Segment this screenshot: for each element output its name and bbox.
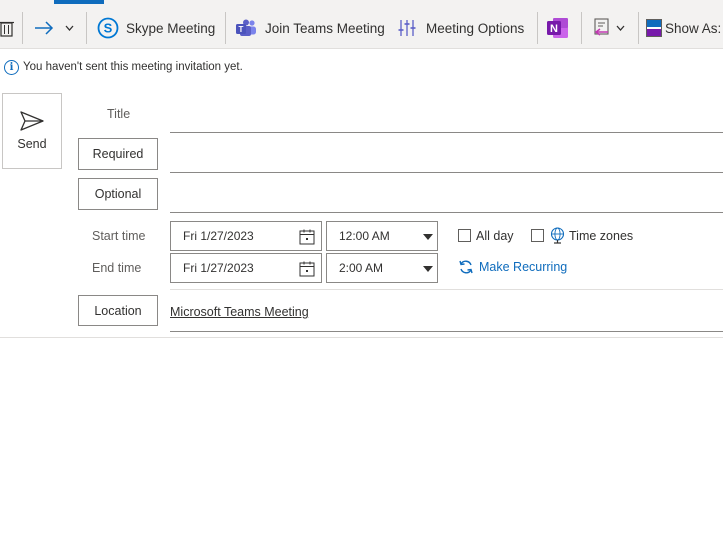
required-label: Required	[92, 147, 144, 161]
delete-button[interactable]	[0, 13, 14, 43]
chevron-down-icon	[616, 25, 625, 31]
calendar-icon[interactable]	[299, 229, 315, 245]
location-button[interactable]: Location	[78, 295, 158, 326]
response-options-icon	[594, 18, 609, 36]
join-teams-meeting-label: Join Teams Meeting	[265, 20, 385, 36]
meeting-options-button[interactable]: Meeting Options	[398, 13, 524, 43]
sliders-icon	[398, 20, 416, 36]
skype-meeting-button[interactable]: S Skype Meeting	[97, 13, 215, 43]
time-zones-checkbox[interactable]	[531, 229, 544, 242]
show-as-color-icon	[646, 19, 662, 37]
time-zones-label: Time zones	[569, 229, 634, 243]
optional-input[interactable]	[170, 212, 723, 213]
required-input[interactable]	[170, 172, 723, 173]
globe-icon	[550, 227, 565, 244]
chevron-down-icon	[65, 25, 74, 31]
end-date-value: Fri 1/27/2023	[183, 261, 254, 275]
join-teams-meeting-button[interactable]: T Join Teams Meeting	[236, 13, 385, 43]
forward-dropdown[interactable]	[65, 13, 74, 43]
end-time-label: End time	[92, 261, 142, 275]
caret-down-icon	[423, 234, 433, 240]
meeting-options-label: Meeting Options	[426, 20, 525, 36]
all-day-label: All day	[476, 229, 514, 243]
title-input[interactable]	[170, 132, 723, 133]
required-button[interactable]: Required	[78, 138, 158, 170]
forward-button[interactable]	[33, 13, 55, 43]
recurring-icon	[459, 260, 473, 274]
location-label: Location	[94, 303, 142, 318]
location-input[interactable]	[170, 331, 723, 332]
message-body[interactable]	[0, 338, 723, 553]
teams-icon: T	[236, 19, 256, 36]
skype-icon: S	[97, 17, 119, 39]
optional-button[interactable]: Optional	[78, 178, 158, 210]
info-message: You haven't sent this meeting invitation…	[23, 61, 243, 73]
calendar-icon[interactable]	[299, 261, 315, 277]
onenote-button[interactable]: N	[547, 13, 569, 43]
send-label: Send	[17, 137, 47, 151]
onenote-icon: N	[547, 18, 568, 38]
svg-text:S: S	[104, 21, 113, 36]
trash-icon	[0, 21, 14, 37]
end-date-picker[interactable]: Fri 1/27/2023	[170, 253, 322, 283]
tracking-button[interactable]	[592, 13, 625, 43]
active-tab-indicator	[54, 0, 104, 4]
toolbar-separator	[581, 12, 582, 44]
start-date-value: Fri 1/27/2023	[183, 229, 254, 243]
toolbar-separator	[225, 12, 226, 44]
ribbon-toolbar: S Skype Meeting T Join Teams Meeting Mee…	[0, 0, 723, 49]
svg-text:T: T	[239, 25, 244, 34]
toolbar-separator	[537, 12, 538, 44]
start-time-label: Start time	[92, 229, 146, 243]
start-time-dropdown[interactable]: 12:00 AM	[326, 221, 438, 251]
svg-text:N: N	[550, 23, 558, 35]
section-divider	[170, 289, 723, 290]
optional-label: Optional	[94, 187, 142, 201]
caret-down-icon	[423, 266, 433, 272]
forward-arrow-icon	[35, 21, 54, 35]
info-icon: i	[4, 59, 19, 75]
send-icon	[20, 111, 44, 131]
title-label: Title	[107, 107, 131, 121]
show-as-dropdown[interactable]: Show As:	[646, 13, 721, 43]
skype-meeting-label: Skype Meeting	[126, 20, 216, 36]
toolbar-separator	[22, 12, 23, 44]
end-time-dropdown[interactable]: 2:00 AM	[326, 253, 438, 283]
start-date-picker[interactable]: Fri 1/27/2023	[170, 221, 322, 251]
send-button[interactable]: Send	[2, 93, 62, 169]
make-recurring-button[interactable]: Make Recurring	[458, 259, 567, 275]
show-as-label: Show As:	[665, 20, 722, 36]
location-value[interactable]: Microsoft Teams Meeting	[170, 305, 309, 319]
toolbar-separator	[86, 12, 87, 44]
info-bar: i You haven't sent this meeting invitati…	[0, 56, 243, 78]
toolbar-separator	[638, 12, 639, 44]
end-time-value: 2:00 AM	[339, 261, 384, 275]
all-day-checkbox[interactable]	[458, 229, 471, 242]
make-recurring-label: Make Recurring	[479, 260, 568, 274]
start-time-value: 12:00 AM	[339, 229, 390, 243]
